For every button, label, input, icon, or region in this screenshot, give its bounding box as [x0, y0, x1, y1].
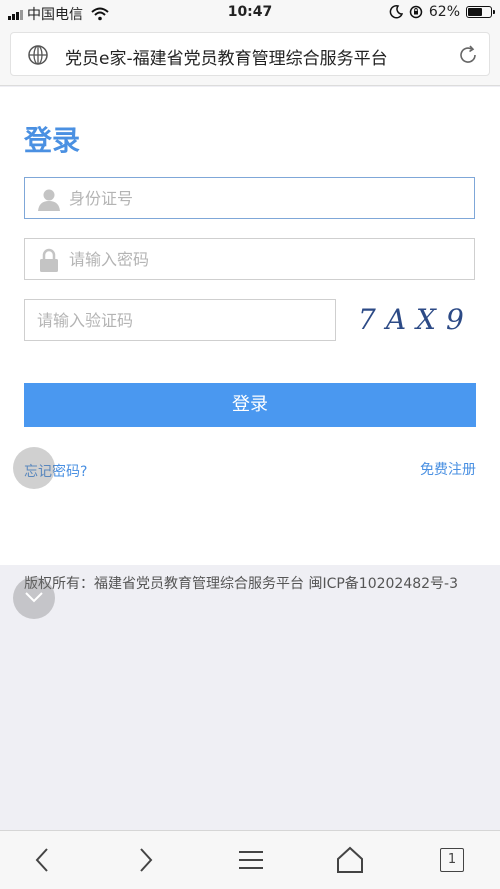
footer-copyright: 版权所有：福建省党员教育管理综合服务平台 闽ICP备10202482号-3: [24, 576, 459, 592]
moon-icon: [389, 5, 403, 19]
tab-count: 1: [447, 852, 457, 867]
battery-icon: [466, 6, 495, 18]
browser-address-area: 党员e家-福建省党员教育管理综合服务平台: [0, 26, 500, 86]
register-link[interactable]: 免费注册: [420, 459, 476, 479]
reload-icon[interactable]: [457, 44, 479, 66]
page-title: 党员e家-福建省党员教育管理综合服务平台: [65, 49, 388, 69]
login-heading: 登录: [24, 124, 81, 157]
battery-percent: 62%: [428, 4, 460, 20]
captcha-image[interactable]: 7AX9: [352, 299, 464, 341]
login-page: 登录 7AX9 登录 忘记密码? 免费注册: [0, 87, 500, 565]
password-input[interactable]: [69, 239, 459, 279]
browser-toolbar: 1: [0, 830, 500, 889]
globe-icon: [28, 45, 48, 65]
scroll-down-button[interactable]: [13, 577, 55, 619]
back-icon[interactable]: [28, 845, 58, 875]
floating-assist-button[interactable]: [13, 447, 55, 489]
password-field[interactable]: [24, 238, 475, 280]
menu-icon[interactable]: [236, 845, 266, 875]
orientation-lock-icon: [409, 5, 423, 19]
chevron-down-icon: [25, 592, 43, 603]
tabs-button[interactable]: 1: [440, 848, 464, 872]
captcha-field[interactable]: [24, 299, 336, 341]
address-bar[interactable]: 党员e家-福建省党员教育管理综合服务平台: [10, 32, 490, 76]
login-button[interactable]: 登录: [24, 383, 476, 427]
id-number-field[interactable]: [24, 177, 475, 219]
user-icon: [38, 189, 60, 211]
status-bar: 中国电信 10:47 62%: [0, 0, 500, 26]
home-icon[interactable]: [335, 845, 365, 875]
lock-icon: [40, 248, 58, 272]
id-number-input[interactable]: [69, 178, 459, 218]
forward-icon[interactable]: [130, 845, 160, 875]
captcha-input[interactable]: [37, 300, 327, 340]
